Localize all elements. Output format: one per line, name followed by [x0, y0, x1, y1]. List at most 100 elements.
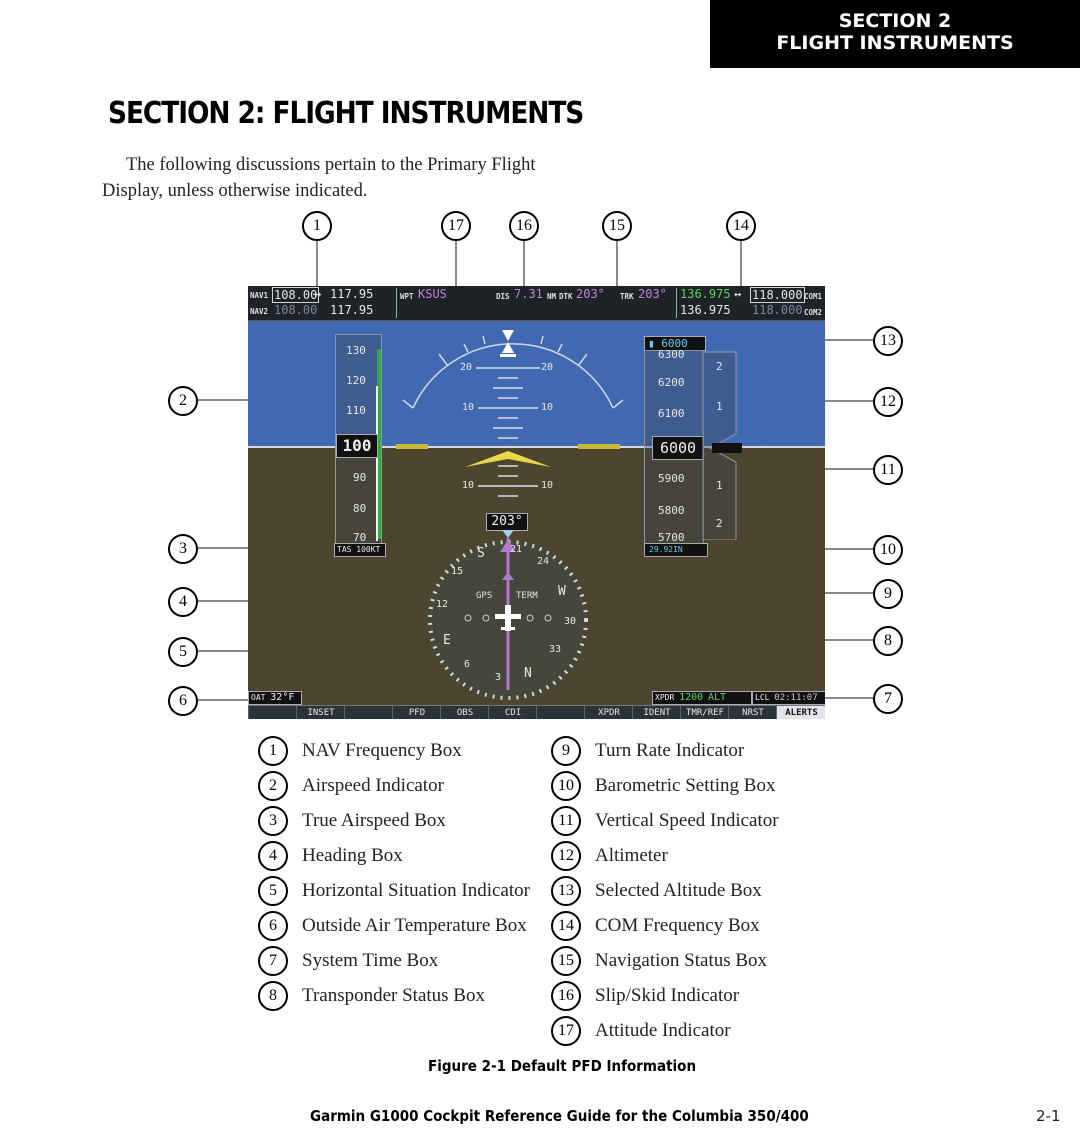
legend-item: 16 Slip/Skid Indicator: [551, 981, 739, 1011]
compass-label: 12: [436, 599, 449, 610]
softkey-blank[interactable]: [344, 706, 393, 719]
altitude-tick: 5900: [658, 472, 685, 485]
left-wing-bar: [396, 444, 428, 449]
legend-item: 4 Heading Box: [258, 841, 403, 871]
legend-number: 4: [258, 841, 288, 871]
legend-label: Horizontal Situation Indicator: [302, 880, 530, 901]
legend-label: NAV Frequency Box: [302, 740, 462, 761]
gps-source-label: GPS: [476, 591, 493, 601]
callout-17: 17: [441, 211, 471, 241]
legend-number: 14: [551, 911, 581, 941]
callout-6: 6: [168, 686, 198, 716]
legend-label: Slip/Skid Indicator: [595, 985, 740, 1006]
current-altitude: 6000: [652, 436, 704, 460]
softkey-pfd[interactable]: PFD: [392, 706, 441, 719]
pitch-label: 20: [460, 362, 473, 373]
softkey-nrst[interactable]: NRST: [728, 706, 777, 719]
softkey-bar: INSET PFD OBS CDI XPDR IDENT TMR/REF NRS…: [248, 705, 825, 719]
vertical-speed-indicator: [702, 351, 742, 540]
callout-1: 1: [302, 211, 332, 241]
xpdr-label: XPDR: [655, 693, 675, 702]
legend-item: 17 Attitude Indicator: [551, 1016, 731, 1046]
vsi-tick: 1: [716, 479, 723, 492]
footer-title: Garmin G1000 Cockpit Reference Guide for…: [310, 1107, 809, 1125]
callout-16: 16: [509, 211, 539, 241]
compass-label: S: [477, 546, 485, 561]
callout-13: 13: [873, 326, 903, 356]
legend-label: Transponder Status Box: [302, 985, 485, 1006]
pitch-label: 10: [462, 402, 475, 413]
lubber-line-icon: [502, 530, 514, 538]
legend-number: 6: [258, 911, 288, 941]
pfd-screenshot: NAV1 108.00 ↔ 117.95 NAV2 108.00 117.95 …: [248, 286, 825, 719]
legend-item: 2 Airspeed Indicator: [258, 771, 444, 801]
legend-label: Outside Air Temperature Box: [302, 915, 527, 936]
roll-pointer-icon: [502, 330, 514, 341]
legend-label: Altimeter: [595, 845, 668, 866]
heading-box: 203°: [486, 513, 528, 531]
compass-label: N: [524, 666, 532, 681]
callout-15: 15: [602, 211, 632, 241]
tas-label: TAS: [337, 545, 352, 554]
term-sensitivity-label: TERM: [516, 591, 538, 601]
legend-number: 7: [258, 946, 288, 976]
softkey-xpdr[interactable]: XPDR: [584, 706, 633, 719]
legend-item: 6 Outside Air Temperature Box: [258, 911, 527, 941]
legend-item: 7 System Time Box: [258, 946, 438, 976]
legend-number: 9: [551, 736, 581, 766]
softkey-inset[interactable]: INSET: [296, 706, 345, 719]
system-time-box: LCL 02:11:07: [752, 691, 825, 705]
legend-label: Navigation Status Box: [595, 950, 768, 971]
altitude-tick: 6300: [658, 348, 685, 361]
vsi-tick: 2: [716, 517, 723, 530]
hsi-compass-rose: [428, 530, 588, 700]
oat-value: 32°F: [270, 692, 295, 703]
aircraft-symbol-icon: [465, 451, 551, 467]
legend-label: Heading Box: [302, 845, 403, 866]
callout-2: 2: [168, 386, 198, 416]
airspeed-tick: 110: [346, 404, 366, 417]
legend-item: 3 True Airspeed Box: [258, 806, 446, 836]
pitch-label: 10: [462, 480, 475, 491]
callout-5: 5: [168, 637, 198, 667]
softkey-blank[interactable]: [536, 706, 585, 719]
figure-caption: Figure 2-1 Default PFD Information: [428, 1057, 697, 1075]
compass-label: 15: [451, 566, 464, 577]
baro-setting-box: 29.92IN: [644, 543, 708, 557]
legend-number: 16: [551, 981, 581, 1011]
callout-10: 10: [873, 535, 903, 565]
compass-label: 21: [510, 544, 523, 555]
legend-label: Airspeed Indicator: [302, 775, 444, 796]
legend-label: Barometric Setting Box: [595, 775, 776, 796]
legend-item: 13 Selected Altitude Box: [551, 876, 762, 906]
altitude-tick: 6200: [658, 376, 685, 389]
legend-item: 10 Barometric Setting Box: [551, 771, 775, 801]
callout-11: 11: [873, 455, 903, 485]
oat-label: OAT: [251, 693, 266, 702]
compass-label: 3: [495, 672, 502, 683]
transponder-box: XPDR 1200 ALT: [652, 691, 752, 705]
compass-label: 33: [549, 644, 562, 655]
roll-scale-ticks: [402, 335, 624, 409]
softkey-cdi[interactable]: CDI: [488, 706, 537, 719]
softkey-alerts[interactable]: ALERTS: [776, 706, 825, 719]
airspeed-tick: 80: [353, 502, 367, 515]
legend-number: 2: [258, 771, 288, 801]
softkey-ident[interactable]: IDENT: [632, 706, 681, 719]
callout-3: 3: [168, 534, 198, 564]
legend-number: 11: [551, 806, 581, 836]
current-airspeed: 100: [336, 434, 378, 458]
legend-item: 8 Transponder Status Box: [258, 981, 485, 1011]
legend-item: 14 COM Frequency Box: [551, 911, 760, 941]
legend-label: Vertical Speed Indicator: [595, 810, 779, 831]
pitch-label: 20: [541, 362, 554, 373]
altitude-tick: 5800: [658, 504, 685, 517]
callout-8: 8: [873, 626, 903, 656]
legend-item: 12 Altimeter: [551, 841, 668, 871]
softkey-blank[interactable]: [248, 706, 297, 719]
lcl-label: LCL: [755, 693, 770, 702]
softkey-tmr-ref[interactable]: TMR/REF: [680, 706, 729, 719]
compass-label: 6: [464, 659, 471, 670]
softkey-obs[interactable]: OBS: [440, 706, 489, 719]
legend-label: Turn Rate Indicator: [595, 740, 745, 761]
